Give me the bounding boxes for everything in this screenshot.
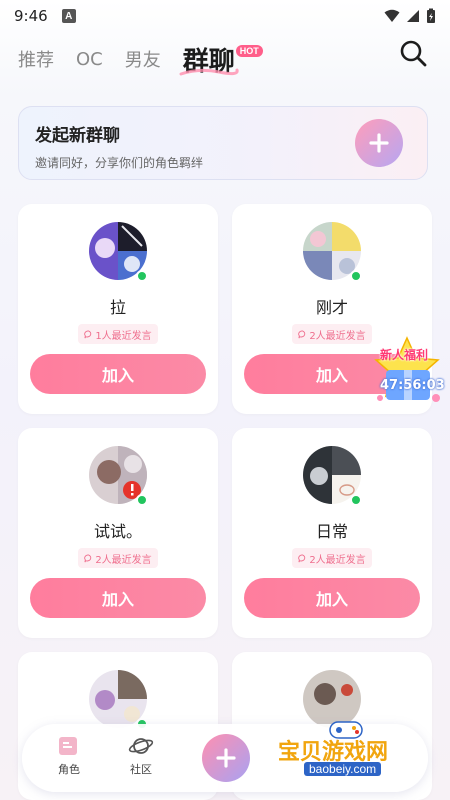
nav-roles[interactable]: 角色 — [44, 734, 94, 777]
online-indicator — [350, 270, 362, 282]
group-card[interactable]: 试试。 2人最近发言 加入 — [18, 428, 218, 638]
status-bar: 9:46 A — [0, 0, 450, 32]
tab-oc[interactable]: OC — [76, 49, 103, 70]
search-icon[interactable] — [398, 38, 428, 68]
online-indicator — [136, 270, 148, 282]
activity-text: 1人最近发言 — [95, 330, 152, 342]
tab-group-chat[interactable]: 群聊 HOT — [179, 41, 263, 78]
group-name: 试试。 — [93, 522, 142, 541]
signal-icon — [407, 10, 419, 22]
nav-create-button[interactable] — [202, 734, 250, 782]
create-group-plus-button[interactable] — [355, 119, 403, 167]
chat-bubble-icon — [298, 329, 306, 338]
gift-countdown: 47:56:03 — [380, 378, 445, 393]
online-indicator — [350, 494, 362, 506]
nav-community-label: 社区 — [130, 763, 152, 776]
activity-badge: 2人最近发言 — [78, 548, 158, 568]
join-button[interactable]: 加入 — [244, 578, 420, 618]
join-button[interactable]: 加入 — [30, 578, 206, 618]
hot-badge: HOT — [235, 44, 263, 57]
tab-underline-swoosh — [179, 68, 239, 75]
plus-icon — [216, 748, 236, 768]
battery-icon — [427, 8, 435, 23]
planet-icon — [128, 738, 154, 754]
nav-roles-label: 角色 — [58, 763, 80, 776]
group-name: 拉 — [109, 298, 126, 317]
chat-bubble-icon — [298, 553, 306, 562]
status-icons — [384, 8, 436, 24]
activity-badge: 2人最近发言 — [292, 548, 372, 568]
create-group-subtitle: 邀请同好，分享你们的角色羁绊 — [35, 156, 204, 170]
group-name: 刚才 — [315, 298, 348, 317]
gift-badge-title: 新人福利 — [380, 348, 429, 362]
online-indicator — [136, 494, 148, 506]
new-user-gift-badge[interactable]: 新人福利 47:56:03 — [366, 336, 448, 412]
activity-badge: 2人最近发言 — [292, 324, 372, 344]
chat-bubble-icon — [84, 329, 92, 338]
top-tab-bar: 推荐 OC 男友 群聊 HOT — [0, 36, 450, 82]
plus-icon — [369, 133, 389, 153]
status-time: 9:46 — [14, 7, 48, 25]
join-button[interactable]: 加入 — [30, 354, 206, 394]
roles-icon — [59, 737, 77, 755]
activity-text: 2人最近发言 — [309, 330, 366, 342]
group-avatar — [303, 670, 361, 728]
notification-icon: A — [61, 9, 76, 23]
activity-badge: 1人最近发言 — [78, 324, 158, 344]
group-card[interactable]: 日常 2人最近发言 加入 — [232, 428, 432, 638]
bottom-nav: 角色 社区 — [22, 724, 428, 792]
activity-text: 2人最近发言 — [95, 554, 152, 566]
group-name: 日常 — [315, 522, 348, 541]
tab-recommend[interactable]: 推荐 — [18, 46, 54, 72]
tab-boyfriend[interactable]: 男友 — [125, 46, 161, 72]
create-group-card[interactable]: 发起新群聊 邀请同好，分享你们的角色羁绊 — [18, 106, 428, 180]
nav-community[interactable]: 社区 — [116, 734, 166, 777]
chat-bubble-icon — [84, 553, 92, 562]
wifi-icon — [384, 9, 400, 22]
group-card[interactable]: 拉 1人最近发言 加入 — [18, 204, 218, 414]
activity-text: 2人最近发言 — [309, 554, 366, 566]
